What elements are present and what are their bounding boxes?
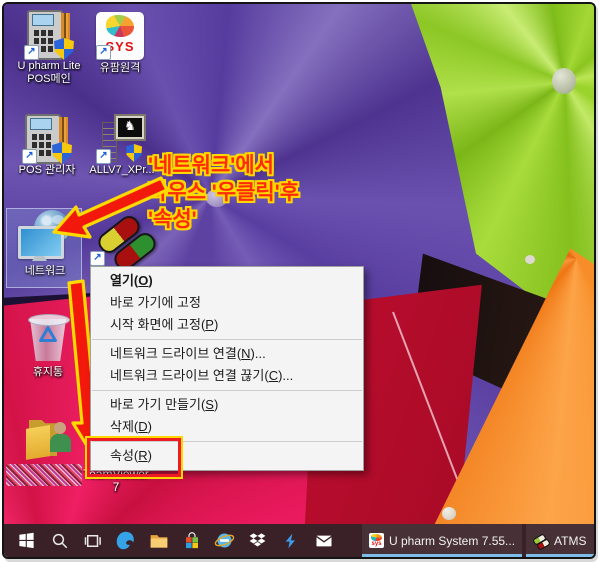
icon-label: POS 관리자: [8, 164, 86, 177]
mail-icon: [314, 531, 334, 551]
shortcut-arrow-icon: ↗: [90, 251, 105, 266]
menu-separator: [92, 339, 362, 340]
monitor-glyph: ♞: [118, 118, 142, 137]
person-icon: [54, 422, 66, 434]
pos-terminal-icon: ↗: [24, 10, 74, 60]
desktop-icon-upharm-lite-pos[interactable]: ↗ U pharm Lite POS메인: [10, 10, 88, 86]
windows-logo-icon: [17, 531, 36, 550]
desktop-icon-folder[interactable]: [24, 416, 74, 462]
shortcut-arrow-icon: ↗: [96, 149, 111, 164]
window-title: U pharm System 7.55...: [389, 534, 515, 548]
shortcut-arrow-icon: ↗: [24, 45, 39, 60]
menu-item-map-network-drive[interactable]: 네트워크 드라이브 연결(N)...: [91, 343, 363, 365]
icon-label: 네트워크: [14, 265, 76, 278]
annotation-text: '네트워크'에서 마우스 '우클릭'후 '속성': [148, 152, 299, 233]
screenshot-frame: ↗ U pharm Lite POS메인 SYS ↗ 유팜원격 ↗ POS 관리…: [2, 2, 596, 559]
desktop-icon-pills[interactable]: ↗: [90, 216, 156, 270]
lightning-icon: [283, 533, 299, 549]
network-icon: [16, 210, 74, 262]
menu-separator: [92, 390, 362, 391]
icon-label: 휴지통: [18, 366, 78, 379]
task-view-button[interactable]: [76, 524, 109, 557]
search-button[interactable]: [43, 524, 76, 557]
task-view-icon: [84, 532, 102, 550]
desktop-icon-recycle-bin[interactable]: 휴지통: [18, 310, 78, 379]
desktop-icon-pos-manager[interactable]: ↗ POS 관리자: [8, 114, 86, 177]
upharm-app-icon: sys: [369, 533, 384, 548]
desktop-icon-network[interactable]: 네트워크: [14, 210, 76, 278]
taskbar: sys U pharm System 7.55... ATMS: [4, 524, 594, 557]
edge-icon: [115, 530, 136, 551]
umbrella-knob: [552, 68, 576, 94]
pos-terminal-icon: ↗: [22, 114, 72, 164]
sys-app-icon: SYS ↗: [96, 12, 144, 60]
desktop-icon-yupharm-remote[interactable]: SYS ↗ 유팜원격: [88, 12, 152, 75]
microsoft-store-button[interactable]: [175, 524, 208, 557]
monitor-icon: [18, 226, 64, 259]
uac-shield-icon: [126, 144, 142, 162]
start-button[interactable]: [10, 524, 43, 557]
umbrella-knob: [525, 255, 535, 264]
desktop: ↗ U pharm Lite POS메인 SYS ↗ 유팜원격 ↗ POS 관리…: [4, 4, 594, 524]
menu-item-delete[interactable]: 삭제(D): [91, 416, 363, 438]
dropbox-icon: [248, 531, 267, 550]
window-title: ATMS: [554, 534, 586, 548]
folder-icon: [149, 531, 169, 551]
search-icon: [51, 532, 69, 550]
recycle-bin-icon: [25, 310, 71, 366]
icon-label: U pharm Lite POS메인: [10, 60, 88, 86]
internet-explorer-button[interactable]: [208, 524, 241, 557]
pills-icon: ↗: [90, 216, 156, 270]
atms-pills-icon: [533, 534, 549, 548]
file-explorer-button[interactable]: [142, 524, 175, 557]
mail-button[interactable]: [307, 524, 340, 557]
menu-item-pin-to-start[interactable]: 시작 화면에 고정(P): [91, 314, 363, 336]
menu-item-disconnect-network-drive[interactable]: 네트워크 드라이브 연결 끊기(C)...: [91, 365, 363, 387]
recycle-symbol-icon: [37, 324, 59, 346]
menu-item-open[interactable]: 열기(O): [91, 270, 363, 292]
icon-label: 7: [76, 481, 156, 494]
censored-icon-label: [6, 464, 82, 486]
taskbar-window-upharm[interactable]: sys U pharm System 7.55...: [362, 524, 522, 557]
pinwheel-icon: [106, 15, 134, 37]
edge-browser-button[interactable]: [109, 524, 142, 557]
umbrella-knob: [442, 507, 456, 520]
icon-label: 유팜원격: [88, 62, 152, 75]
menu-item-pin-to-quick-access[interactable]: 바로 가기에 고정: [91, 292, 363, 314]
computer-icon: ♞ ↗: [96, 114, 148, 164]
ie-icon: [214, 530, 235, 551]
properties-highlight-box: [87, 438, 181, 477]
menu-item-create-shortcut[interactable]: 바로 가기 만들기(S): [91, 394, 363, 416]
store-icon: [183, 532, 201, 550]
user-folder-icon: [26, 416, 72, 462]
flash-app-button[interactable]: [274, 524, 307, 557]
shortcut-arrow-icon: ↗: [96, 45, 111, 60]
taskbar-window-atms[interactable]: ATMS: [526, 524, 593, 557]
dropbox-button[interactable]: [241, 524, 274, 557]
shortcut-arrow-icon: ↗: [22, 149, 37, 164]
